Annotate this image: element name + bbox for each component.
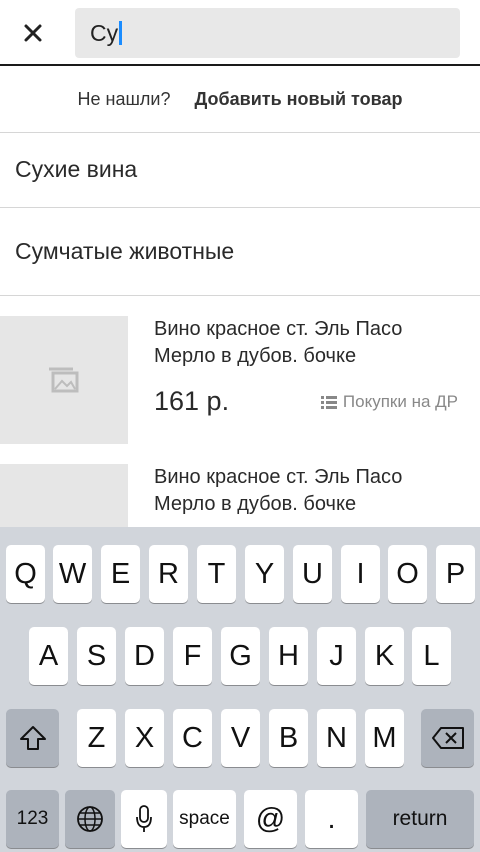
category-label: Сумчатые животные — [15, 238, 235, 264]
key-v[interactable]: V — [221, 709, 260, 767]
category-label: Сухие вина — [15, 156, 138, 182]
not-found-row: Не нашли? Добавить новый товар — [0, 66, 480, 133]
key-u[interactable]: U — [293, 545, 332, 603]
product-title: Вино красное ст. Эль Пасо Мерло в дубов.… — [154, 464, 474, 518]
add-new-product-link[interactable]: Добавить новый товар — [195, 89, 403, 110]
image-icon — [49, 367, 79, 393]
key-o[interactable]: O — [388, 545, 427, 603]
key-s[interactable]: S — [77, 627, 116, 685]
key-t[interactable]: T — [197, 545, 236, 603]
product-title-line: Вино красное ст. Эль Пасо — [154, 466, 403, 488]
shift-key[interactable] — [6, 709, 59, 767]
product-title: Вино красное ст. Эль Пасо Мерло в дубов.… — [154, 316, 474, 370]
key-f[interactable]: F — [173, 627, 212, 685]
key-w[interactable]: W — [53, 545, 92, 603]
key-m[interactable]: M — [365, 709, 404, 767]
key-r[interactable]: R — [149, 545, 188, 603]
key-a[interactable]: A — [29, 627, 68, 685]
not-found-question: Не нашли? — [77, 88, 171, 109]
product-title-line: Мерло в дубов. бочке — [154, 345, 357, 367]
key-p[interactable]: P — [436, 545, 475, 603]
category-item[interactable]: Сумчатые животные — [0, 208, 480, 296]
numbers-key[interactable]: 123 — [6, 790, 59, 848]
globe-key[interactable] — [65, 790, 115, 848]
key-d[interactable]: D — [125, 627, 164, 685]
return-key[interactable]: return — [366, 790, 474, 848]
key-q[interactable]: Q — [6, 545, 45, 603]
product-item[interactable]: Вино красное ст. Эль Пасо Мерло в дубов.… — [0, 316, 480, 464]
search-query: Су — [90, 19, 119, 46]
key-i[interactable]: I — [341, 545, 380, 603]
list-icon — [320, 395, 337, 409]
key-j[interactable]: J — [317, 627, 356, 685]
key-c[interactable]: C — [173, 709, 212, 767]
product-price: 161 р. — [154, 386, 230, 416]
keyboard: Q W E R T Y U I O P A S D F G H J K L Z … — [0, 527, 480, 852]
key-g[interactable]: G — [221, 627, 260, 685]
microphone-key[interactable] — [121, 790, 167, 848]
microphone-icon — [136, 805, 152, 832]
at-key[interactable]: @ — [244, 790, 297, 848]
key-k[interactable]: K — [365, 627, 404, 685]
globe-icon — [77, 806, 103, 832]
backspace-key[interactable] — [421, 709, 474, 767]
key-n[interactable]: N — [317, 709, 356, 767]
key-y[interactable]: Y — [245, 545, 284, 603]
backspace-icon — [431, 727, 464, 749]
space-key[interactable]: space — [173, 790, 236, 848]
text-caret — [119, 21, 123, 45]
key-l[interactable]: L — [412, 627, 451, 685]
key-x[interactable]: X — [125, 709, 164, 767]
search-input[interactable]: Су — [75, 8, 460, 58]
product-image-placeholder — [0, 316, 128, 444]
shopping-list-link[interactable]: Покупки на ДР — [320, 392, 458, 412]
search-bar: Су — [0, 0, 480, 66]
close-icon[interactable] — [18, 18, 48, 48]
shopping-list-label: Покупки на ДР — [342, 392, 458, 411]
key-z[interactable]: Z — [77, 709, 116, 767]
key-e[interactable]: E — [101, 545, 140, 603]
key-b[interactable]: B — [269, 709, 308, 767]
dot-key[interactable]: . — [305, 790, 358, 848]
shift-icon — [19, 726, 46, 750]
product-title-line: Вино красное ст. Эль Пасо — [154, 318, 403, 340]
category-item[interactable]: Сухие вина — [0, 132, 480, 208]
product-title-line: Мерло в дубов. бочке — [154, 493, 357, 515]
key-h[interactable]: H — [269, 627, 308, 685]
